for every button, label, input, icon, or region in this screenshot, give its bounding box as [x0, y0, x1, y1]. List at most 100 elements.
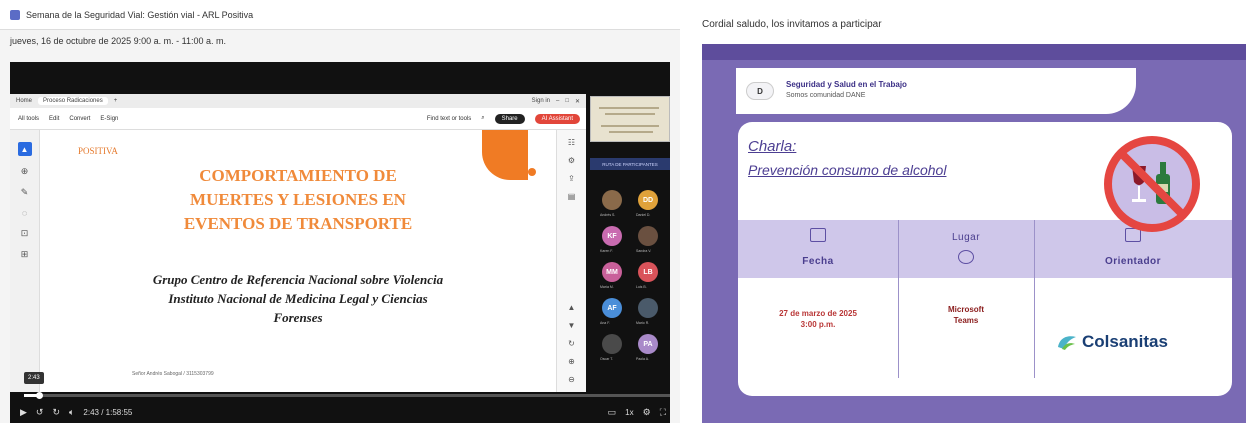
text-select-icon[interactable]: ⊡	[21, 228, 29, 239]
lugar-platform: Microsoft	[948, 305, 984, 314]
fecha-cell: Fecha	[738, 220, 898, 278]
participants-banner: RUTA DE PARTICIPANTES	[590, 158, 670, 170]
sign-in-link[interactable]: Sign in	[532, 98, 550, 104]
forward-icon[interactable]: ↻	[52, 407, 60, 418]
find-tools[interactable]: Find text or tools	[427, 116, 471, 122]
event-title: Semana de la Seguridad Vial: Gestión via…	[26, 9, 254, 20]
scroll-down-icon[interactable]: ▼	[568, 321, 576, 330]
video-player[interactable]: Home Proceso Radicaciones + Sign in – □ …	[10, 62, 670, 423]
participant-avatar[interactable]: KF	[602, 226, 622, 246]
participant-avatar[interactable]: LB	[638, 262, 658, 282]
share-button[interactable]: Share	[494, 113, 525, 124]
pdf-toolbar: All tools Edit Convert E-Sign Find text …	[10, 108, 586, 130]
participant-avatar[interactable]: PA	[638, 334, 658, 354]
zoom-in-icon[interactable]: ⊕	[568, 357, 575, 366]
browser-home[interactable]: Home	[16, 98, 32, 104]
participant-name: Luis B.	[636, 285, 647, 289]
participant-avatar[interactable]: MM	[602, 262, 622, 282]
zoom-icon[interactable]: ⊕	[21, 166, 29, 177]
participant-row: AF Ana F. Mario R.	[592, 298, 668, 334]
scroll-up-icon[interactable]: ▲	[568, 303, 576, 312]
orientador-label: Orientador	[1104, 256, 1162, 267]
participant-avatar[interactable]	[602, 190, 622, 210]
meeting-recording-panel: Semana de la Seguridad Vial: Gestión via…	[0, 0, 680, 423]
volume-icon[interactable]: 🔈︎	[69, 407, 74, 418]
teams-icon	[10, 9, 20, 20]
maximize-icon[interactable]: □	[565, 98, 569, 104]
minimize-icon[interactable]: –	[556, 98, 559, 104]
settings-icon[interactable]: ⚙	[568, 156, 575, 165]
participant-name: Ana F.	[600, 321, 610, 325]
flyer-top-band	[702, 44, 1246, 60]
pages-icon[interactable]: ▤	[568, 192, 576, 201]
slide-subtitle: Grupo Centro de Referencia Nacional sobr…	[40, 270, 556, 327]
colsanitas-name: Colsanitas	[1082, 332, 1168, 351]
zoom-out-icon[interactable]: ⊖	[568, 375, 575, 384]
lugar-label: Lugar	[951, 232, 981, 243]
participant-name: Karen F.	[600, 249, 614, 253]
lasso-icon[interactable]: ◌	[22, 208, 27, 218]
participant-name: Oscar T.	[600, 357, 613, 361]
browser-tab[interactable]: Proceso Radicaciones	[38, 97, 108, 105]
edit-button[interactable]: Edit	[49, 116, 59, 122]
participant-name: Daniel D.	[636, 213, 651, 217]
settings-icon[interactable]: ⚙	[643, 407, 651, 418]
no-alcohol-icon	[1104, 136, 1200, 232]
progress-handle[interactable]	[35, 392, 43, 399]
participant-name: Andrés S.	[600, 213, 616, 217]
search-icon[interactable]: ⌕	[481, 115, 484, 122]
all-tools-button[interactable]: All tools	[18, 116, 39, 122]
pdf-right-toolbar: ☷ ⚙ ⇪ ▤ ▲ ▼ ↻ ⊕ ⊖	[556, 130, 586, 392]
participant-row: Oscar T. PA Paola A.	[592, 334, 668, 370]
playback-speed[interactable]: 1x	[625, 408, 633, 417]
participant-avatar[interactable]	[602, 334, 622, 354]
slide-subtitle-line: Instituto Nacional de Medicina Legal y C…	[168, 291, 428, 306]
participant-row: Andrés S. DD Daniel D.	[592, 190, 668, 226]
sst-subtitle: Somos comunidad DANE	[786, 92, 866, 99]
lugar-value: Microsoft Teams	[898, 304, 1034, 326]
new-tab-button[interactable]: +	[114, 98, 118, 104]
participant-name: María M.	[600, 285, 614, 289]
stamp-icon[interactable]: ⊞	[21, 249, 29, 260]
ai-assistant-button[interactable]: AI Assistant	[534, 113, 580, 124]
pdf-left-toolbar: ▲ ⊕ ✎ ◌ ⊡ ⊞	[10, 130, 40, 392]
slide-subtitle-line: Forenses	[273, 310, 323, 325]
charla-title: Prevención consumo de alcohol	[748, 162, 947, 178]
play-icon[interactable]: ▶	[20, 407, 27, 418]
progress-bar[interactable]	[24, 392, 670, 399]
convert-button[interactable]: Convert	[69, 116, 90, 122]
captions-icon[interactable]: ▭	[608, 407, 617, 418]
comment-icon[interactable]: ☷	[568, 138, 575, 147]
time-display: 2:43 / 1:58:55	[83, 407, 133, 417]
export-icon[interactable]: ⇪	[568, 174, 575, 183]
close-icon[interactable]: ✕	[575, 98, 580, 105]
cursor-icon[interactable]: ▲	[17, 142, 32, 156]
participant-name: Sandra V.	[636, 249, 652, 253]
fecha-value: 27 de marzo de 2025 3:00 p.m.	[738, 308, 898, 330]
browser-tabbar: Home Proceso Radicaciones + Sign in – □ …	[10, 94, 586, 108]
slide-subtitle-line: Grupo Centro de Referencia Nacional sobr…	[152, 272, 444, 287]
charla-label: Charla:	[748, 138, 797, 155]
pen-icon[interactable]: ✎	[21, 187, 29, 198]
participant-avatar[interactable]	[638, 298, 658, 318]
location-icon	[958, 250, 974, 264]
slide-footer: Señor Andrés Sabogal / 3115303799	[132, 371, 214, 377]
participant-avatar[interactable]: AF	[602, 298, 622, 318]
event-time: jueves, 16 de octubre de 2025 9:00 a. m.…	[10, 36, 226, 46]
participant-avatar[interactable]	[638, 226, 658, 246]
refresh-icon[interactable]: ↻	[568, 339, 575, 348]
fullscreen-icon[interactable]: ⛶	[660, 407, 666, 418]
sst-header: D Seguridad y Salud en el Trabajo Somos …	[736, 68, 1136, 114]
slide-title: COMPORTAMIENTO DE MUERTES Y LESIONES EN …	[40, 164, 556, 236]
rewind-icon[interactable]: ↺	[36, 407, 44, 418]
esign-button[interactable]: E-Sign	[100, 116, 118, 122]
dane-logo: D	[746, 82, 774, 100]
participant-avatar[interactable]: DD	[638, 190, 658, 210]
invitation-panel: Cordial saludo, los invitamos a particip…	[690, 0, 1246, 423]
shared-screen-thumbnail[interactable]	[590, 96, 670, 142]
participants-gallery: Andrés S. DD Daniel D. KF Karen F. Sandra V. M…	[592, 190, 668, 370]
fecha-date: 27 de marzo de 2025	[779, 309, 857, 318]
event-header: Semana de la Seguridad Vial: Gestión via…	[0, 0, 680, 30]
slide-title-line: MUERTES Y LESIONES EN	[190, 190, 406, 209]
player-controls: ▶ ↺ ↻ 🔈︎ 2:43 / 1:58:55 ▭ 1x ⚙ ⛶	[20, 404, 666, 420]
